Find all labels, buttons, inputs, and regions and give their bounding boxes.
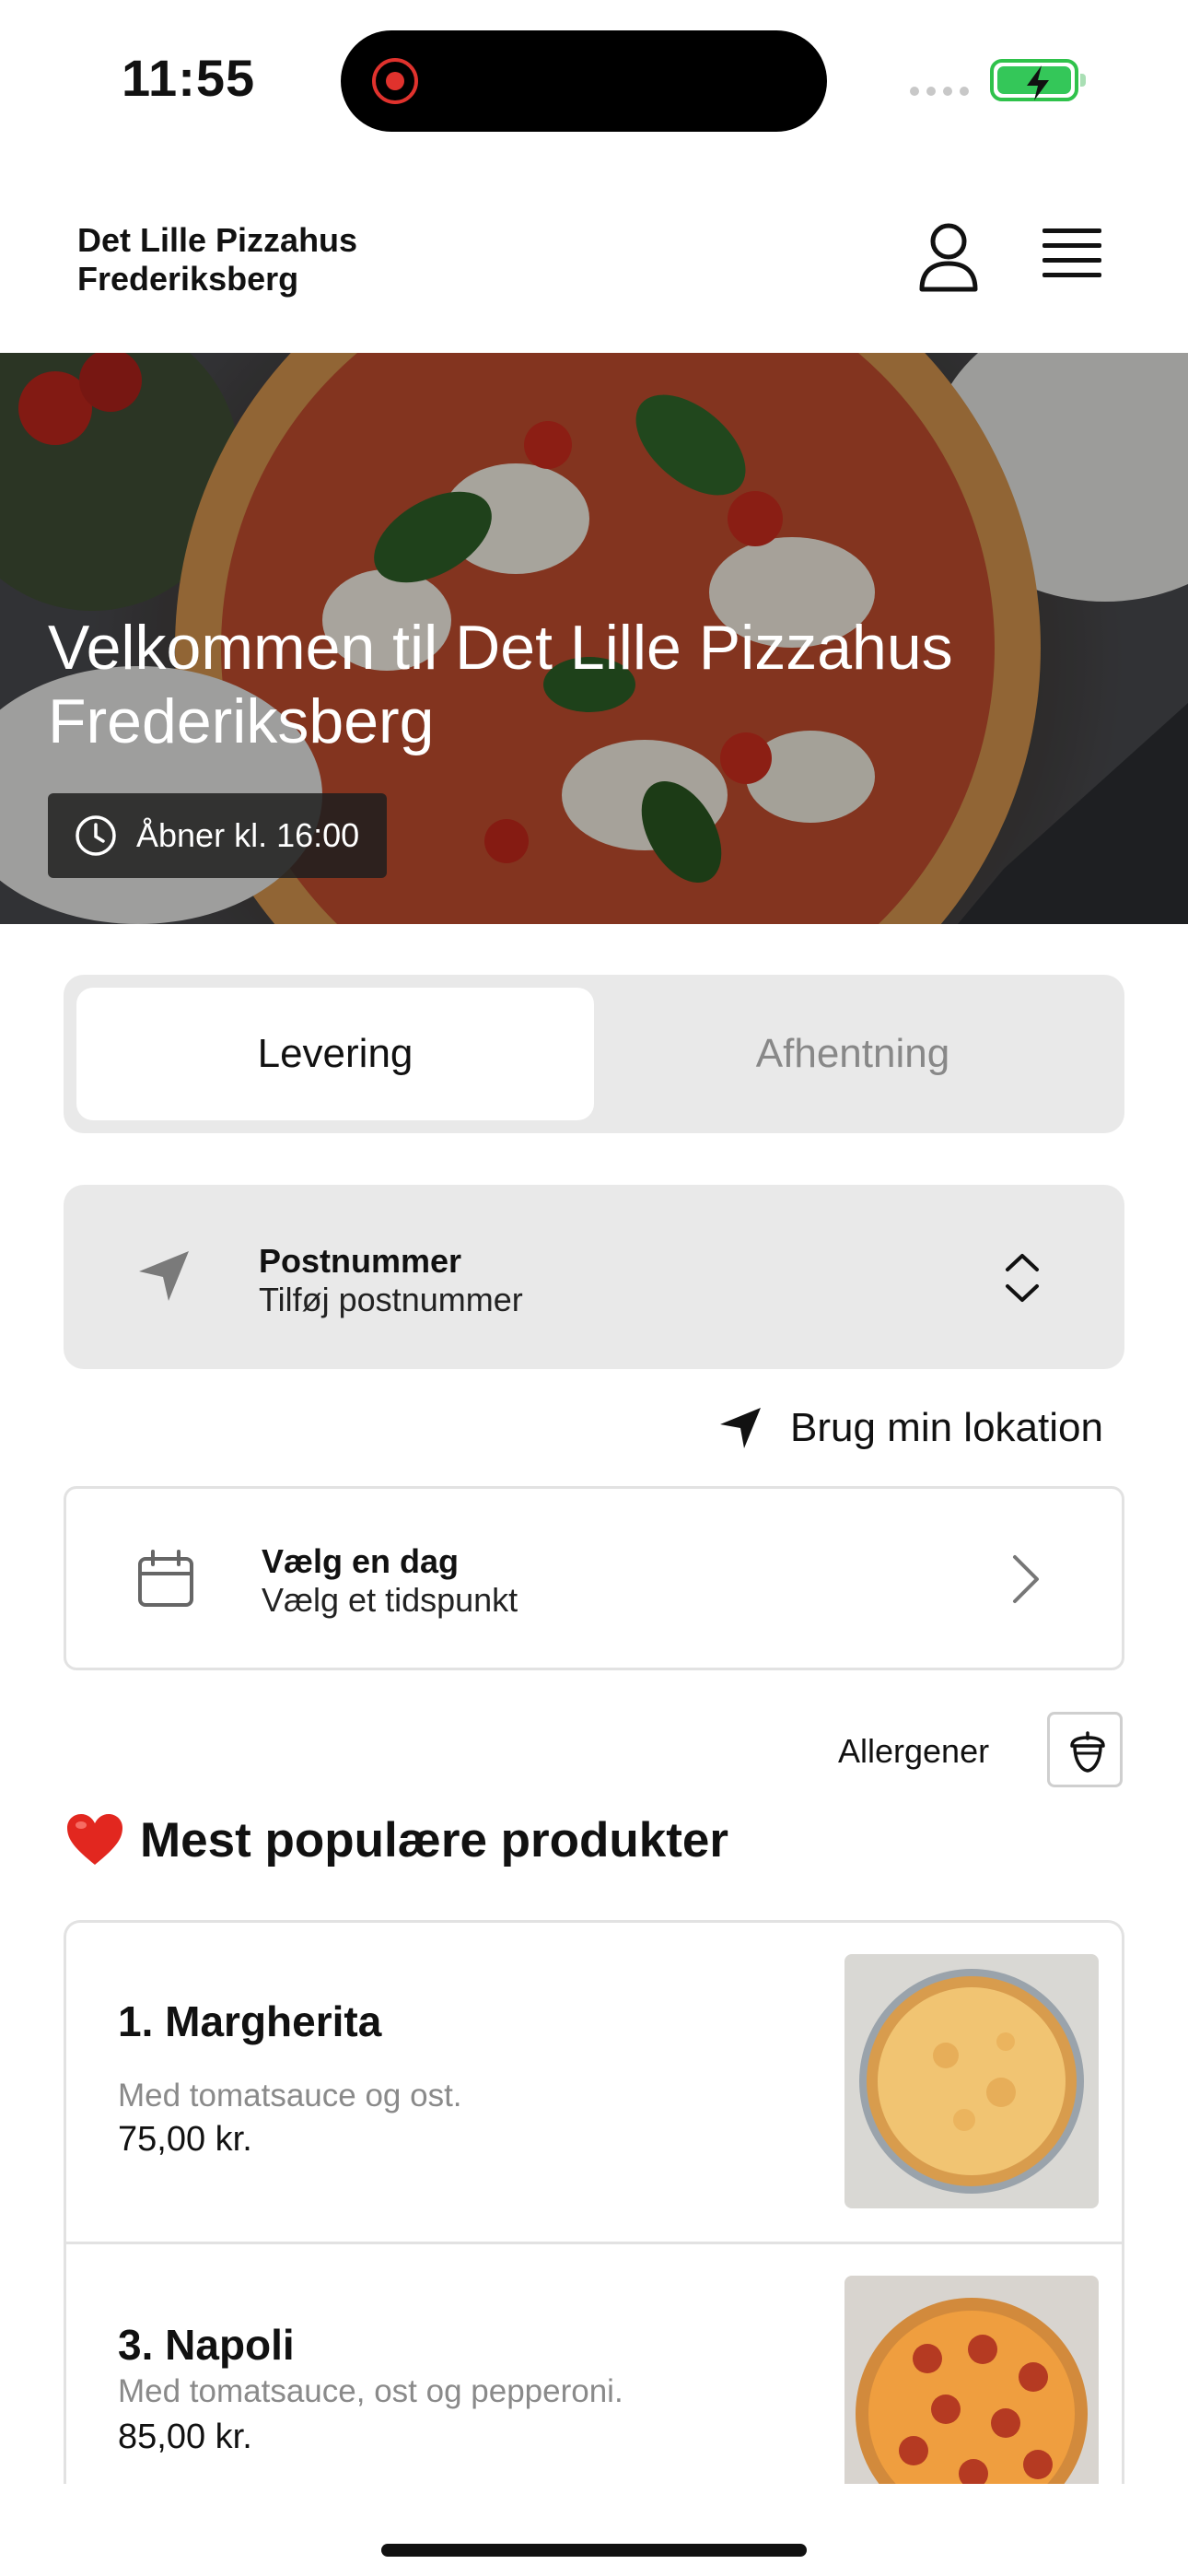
person-icon — [919, 223, 978, 292]
status-bar: 11:55 — [0, 0, 1188, 157]
signal-icon — [910, 87, 969, 96]
day-picker-label: Vælg en dag — [262, 1542, 460, 1580]
brand-line-2: Frederiksberg — [77, 260, 299, 298]
opening-hours-badge: Åbner kl. 16:00 — [48, 793, 388, 878]
popular-products-heading: Mest populære produkter — [64, 1808, 728, 1872]
time-picker-label: Vælg et tidspunkt — [262, 1581, 518, 1619]
allergens-button[interactable] — [1047, 1712, 1123, 1787]
tab-delivery[interactable]: Levering — [76, 988, 594, 1120]
postal-code-label: Postnummer — [259, 1242, 462, 1280]
recording-icon — [372, 58, 418, 104]
location-arrow-icon — [720, 1408, 761, 1448]
product-description: Med tomatsauce og ost. — [118, 2078, 462, 2113]
day-time-picker[interactable]: Vælg en dag Vælg et tidspunkt — [64, 1486, 1124, 1670]
menu-button[interactable] — [1042, 228, 1101, 284]
clock-icon — [76, 815, 116, 856]
welcome-title: Velkommen til Det Lille Pizzahus Frederi… — [48, 613, 953, 756]
postal-code-placeholder: Tilføj postnummer — [259, 1281, 523, 1318]
chevron-up-down-icon — [1006, 1254, 1039, 1302]
popular-products-title: Mest populære produkter — [140, 1812, 729, 1868]
popular-products-list: 1. Margherita Med tomatsauce og ost. 75,… — [64, 1920, 1124, 2484]
restaurant-name[interactable]: Det Lille Pizzahus Frederiksberg — [77, 221, 464, 299]
allergens-filter: Allergener — [829, 1712, 1124, 1787]
chevron-right-icon — [1013, 1555, 1039, 1603]
acorn-icon — [1070, 1731, 1105, 1773]
product-name: 1. Margherita — [118, 1997, 382, 2045]
hamburger-icon — [1042, 228, 1101, 277]
product-card[interactable]: 3. Napoli Med tomatsauce, ost og peppero… — [66, 2242, 1122, 2484]
allergens-label: Allergener — [838, 1732, 990, 1770]
brand-line-1: Det Lille Pizzahus — [77, 221, 358, 259]
dynamic-island — [341, 30, 827, 132]
heart-icon — [67, 1814, 122, 1865]
product-image — [844, 1954, 1099, 2208]
home-indicator — [381, 2544, 807, 2557]
battery-icon — [990, 59, 1086, 101]
product-name: 3. Napoli — [118, 2321, 295, 2369]
app-header: Det Lille Pizzahus Frederiksberg — [0, 157, 1188, 353]
profile-button[interactable] — [916, 221, 981, 295]
product-description: Med tomatsauce, ost og pepperoni. — [118, 2373, 623, 2409]
product-price: 75,00 kr. — [118, 2120, 252, 2159]
opening-hours-text: Åbner kl. 16:00 — [136, 816, 360, 854]
product-card[interactable]: 1. Margherita Med tomatsauce og ost. 75,… — [66, 1923, 1122, 2242]
calendar-icon — [138, 1550, 193, 1607]
order-type-toggle: Levering Afhentning — [64, 975, 1124, 1133]
use-my-location-button[interactable]: Brug min lokation — [718, 1396, 1103, 1460]
product-image — [844, 2276, 1099, 2484]
product-price: 85,00 kr. — [118, 2418, 252, 2456]
navigation-arrow-icon — [139, 1251, 189, 1301]
use-my-location-label: Brug min lokation — [790, 1405, 1103, 1450]
tab-pickup[interactable]: Afhentning — [594, 988, 1112, 1120]
postal-code-selector[interactable]: Postnummer Tilføj postnummer — [64, 1185, 1124, 1369]
status-time: 11:55 — [122, 49, 256, 107]
hero-banner: Velkommen til Det Lille Pizzahus Frederi… — [0, 353, 1188, 924]
